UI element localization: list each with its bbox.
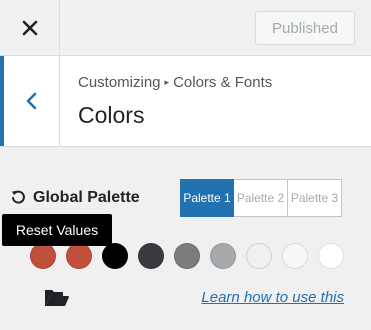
swatch-5[interactable] — [174, 243, 200, 269]
section-header: Customizing ▸ Colors & Fonts Colors — [0, 56, 371, 147]
swatch-8[interactable] — [282, 243, 308, 269]
color-swatches — [30, 243, 344, 269]
global-palette-label: Global Palette — [33, 189, 140, 206]
reset-values-tooltip: Reset Values — [2, 214, 112, 246]
swatch-1[interactable] — [30, 243, 56, 269]
back-button[interactable] — [0, 56, 60, 146]
tab-palette-1[interactable]: Palette 1 — [180, 179, 234, 217]
close-button[interactable] — [0, 0, 60, 56]
tab-palette-3[interactable]: Palette 3 — [288, 179, 342, 217]
palette-tabs: Palette 1 Palette 2 Palette 3 — [180, 179, 342, 217]
swatch-6[interactable] — [210, 243, 236, 269]
swatch-4[interactable] — [138, 243, 164, 269]
breadcrumb-parent: Customizing — [78, 74, 161, 91]
swatch-3[interactable] — [102, 243, 128, 269]
breadcrumb-current: Colors & Fonts — [173, 74, 273, 91]
global-palette-row: Global Palette Palette 1 Palette 2 Palet… — [0, 177, 371, 217]
breadcrumb: Customizing ▸ Colors & Fonts — [78, 74, 272, 91]
close-icon — [22, 20, 37, 36]
learn-how-link[interactable]: Learn how to use this — [201, 289, 344, 306]
publish-button[interactable]: Published — [255, 11, 355, 45]
reset-icon[interactable] — [10, 189, 26, 205]
swatch-7[interactable] — [246, 243, 272, 269]
breadcrumb-separator: ▸ — [164, 77, 170, 87]
tab-palette-2[interactable]: Palette 2 — [234, 179, 288, 217]
folder-open-icon[interactable] — [44, 288, 70, 308]
chevron-left-icon — [26, 92, 36, 110]
swatch-2[interactable] — [66, 243, 92, 269]
swatch-9[interactable] — [318, 243, 344, 269]
customizer-topbar: Published — [0, 0, 371, 56]
section-title: Colors — [78, 102, 145, 128]
